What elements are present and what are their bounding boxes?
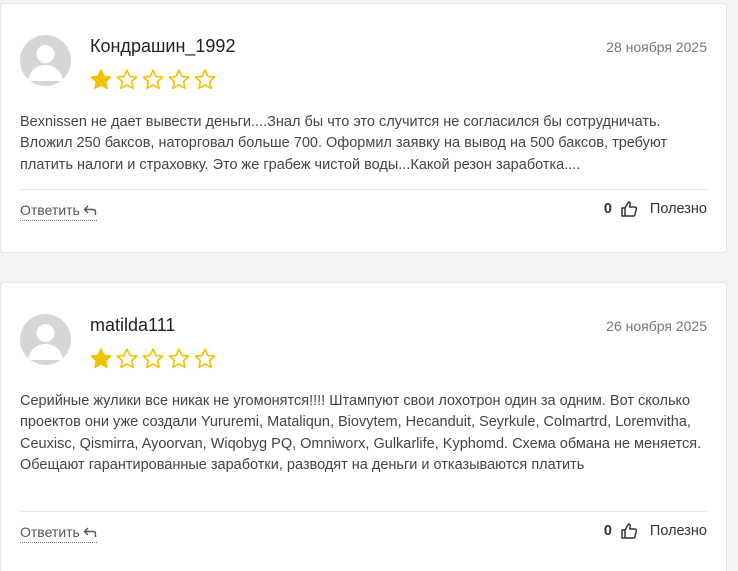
star-rating — [89, 347, 217, 371]
review-text: Bexnissen не дает вывести деньги....Знал… — [20, 114, 668, 173]
review-card: matilda111 26 ноября 2025 Серийные жулик… — [0, 282, 727, 571]
star-empty-icon — [116, 348, 138, 369]
star-filled-icon — [90, 69, 112, 90]
star-empty-icon — [194, 69, 216, 90]
reply-link[interactable]: Ответить — [20, 202, 97, 221]
reply-link[interactable]: Ответить — [20, 524, 97, 543]
star-empty-icon — [168, 69, 190, 90]
review-author: Кондрашин_1992 — [90, 36, 236, 56]
divider — [20, 189, 707, 190]
review-author: matilda111 — [90, 315, 176, 335]
like-count: 0 — [603, 201, 612, 217]
star-rating — [89, 68, 217, 92]
like-count: 0 — [603, 523, 612, 539]
like-button[interactable] — [620, 522, 638, 540]
like-button[interactable] — [620, 200, 638, 218]
reply-arrow-icon — [83, 205, 97, 215]
helpful-section: 0 Полезно — [604, 522, 707, 540]
helpful-button[interactable]: Полезно — [650, 523, 707, 539]
thumbs-up-icon — [621, 201, 638, 217]
helpful-section: 0 Полезно — [604, 200, 707, 218]
avatar — [20, 35, 71, 86]
user-icon — [28, 45, 63, 81]
star-empty-icon — [168, 348, 190, 369]
thumbs-up-icon — [621, 523, 638, 539]
avatar — [20, 314, 71, 365]
user-icon — [28, 324, 63, 360]
star-empty-icon — [194, 348, 216, 369]
reply-label: Ответить — [20, 524, 80, 540]
helpful-button[interactable]: Полезно — [650, 201, 707, 217]
divider — [20, 511, 707, 512]
review-card: Кондрашин_1992 28 ноября 2025 Bexnissen … — [0, 3, 727, 253]
star-empty-icon — [142, 69, 164, 90]
reply-arrow-icon — [83, 527, 97, 537]
review-date: 28 ноября 2025 — [606, 39, 707, 55]
star-empty-icon — [116, 69, 138, 90]
star-filled-icon — [90, 348, 112, 369]
review-text: Серийные жулики все никак не угомонятся!… — [20, 393, 702, 473]
reply-label: Ответить — [20, 202, 80, 218]
star-empty-icon — [142, 348, 164, 369]
review-date: 26 ноября 2025 — [606, 318, 707, 334]
